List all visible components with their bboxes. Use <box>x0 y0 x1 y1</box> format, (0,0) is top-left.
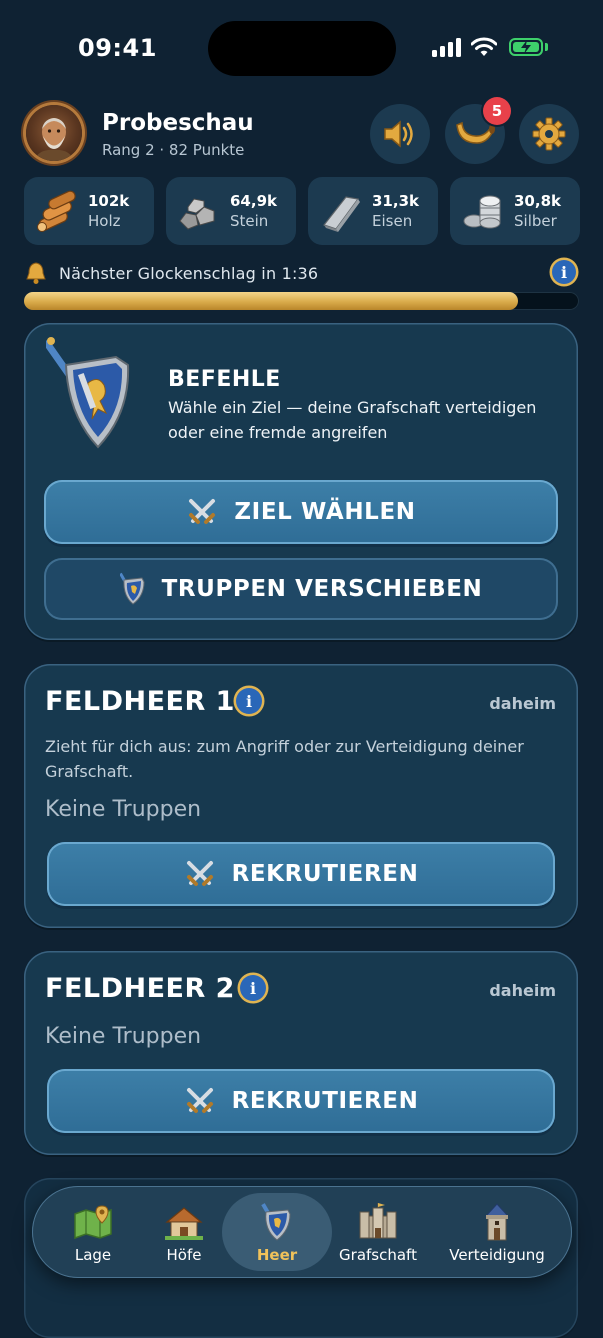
map-icon <box>74 1205 112 1240</box>
recruit-label: REKRUTIEREN <box>231 861 419 887</box>
tab-verteidigung[interactable]: Verteidigung <box>438 1186 556 1278</box>
dynamic-island <box>208 21 396 76</box>
sound-button[interactable] <box>370 104 430 164</box>
resource-value: 102k <box>88 192 130 210</box>
tab-lage[interactable]: Lage <box>52 1186 134 1278</box>
choose-target-label: ZIEL WÄHLEN <box>234 499 416 525</box>
orders-title: BEFEHLE <box>168 367 281 392</box>
bell-progress-bar <box>24 292 579 310</box>
shield-icon <box>119 572 145 605</box>
resource-name: Silber <box>514 212 557 230</box>
farm-icon <box>165 1207 203 1240</box>
resource-stone[interactable]: 64,9k Stein <box>166 177 296 245</box>
castle-icon <box>359 1203 397 1239</box>
player-avatar[interactable] <box>26 105 82 161</box>
player-rank-points: Rang 2 · 82 Punkte <box>102 141 245 159</box>
move-troops-button[interactable]: TRUPPEN VERSCHIEBEN <box>44 558 558 620</box>
army-title: FELDHEER 1 <box>45 686 235 717</box>
recruit-button[interactable]: REKRUTIEREN <box>47 842 555 906</box>
crossed-swords-icon <box>186 861 213 886</box>
resource-name: Eisen <box>372 212 413 230</box>
army-info-icon[interactable]: i <box>236 688 262 714</box>
sword-shield-icon <box>46 337 130 449</box>
tab-hoefe[interactable]: Höfe <box>144 1186 224 1278</box>
army-description: Zieht für dich aus: zum Angriff oder zur… <box>45 737 524 781</box>
recruit-label: REKRUTIEREN <box>231 1088 419 1114</box>
stone-icon <box>179 198 215 230</box>
orders-subtitle: Wähle ein Ziel — deine Grafschaft vertei… <box>168 398 537 442</box>
resource-iron[interactable]: 31,3k Eisen <box>308 177 438 245</box>
bottom-tab-bar: Lage Höfe Heer Grafschaft Verteidigung <box>32 1186 572 1278</box>
resource-name: Holz <box>88 212 121 230</box>
resource-name: Stein <box>230 212 269 230</box>
recruit-button[interactable]: REKRUTIEREN <box>47 1069 555 1133</box>
status-time: 09:41 <box>78 34 157 62</box>
tab-label: Verteidigung <box>449 1246 545 1264</box>
resource-silver[interactable]: 30,8k Silber <box>450 177 580 245</box>
wood-icon <box>37 190 76 232</box>
crossed-swords-icon <box>186 1088 213 1113</box>
resource-value: 30,8k <box>514 192 561 210</box>
move-troops-label: TRUPPEN VERSCHIEBEN <box>161 576 483 602</box>
timer-info-icon[interactable]: i <box>552 260 576 284</box>
army-info-icon[interactable]: i <box>240 975 266 1001</box>
gear-icon <box>532 117 566 151</box>
tab-heer[interactable]: Heer <box>232 1186 322 1278</box>
sound-icon <box>384 120 413 148</box>
resource-value: 64,9k <box>230 192 277 210</box>
iron-icon <box>323 196 360 232</box>
player-name: Probeschau <box>102 110 254 136</box>
resource-value: 31,3k <box>372 192 419 210</box>
tab-label: Heer <box>256 1246 298 1264</box>
battery-icon <box>509 38 543 56</box>
army-empty-text: Keine Truppen <box>45 1024 202 1049</box>
silver-icon <box>463 195 501 229</box>
notification-badge: 5 <box>483 97 511 125</box>
orders-card: BEFEHLE Wähle ein Ziel — deine Grafschaf… <box>24 323 578 640</box>
army-status: daheim <box>489 694 556 713</box>
choose-target-button[interactable]: ZIEL WÄHLEN <box>44 480 558 544</box>
tab-label: Lage <box>74 1246 112 1264</box>
army-card-1: FELDHEER 1 i daheim Zieht für dich aus: … <box>24 664 578 928</box>
wifi-icon <box>471 37 497 56</box>
resource-wood[interactable]: 102k Holz <box>24 177 154 245</box>
cellular-signal-icon <box>432 38 462 57</box>
crossed-swords-icon <box>189 499 216 524</box>
army-title: FELDHEER 2 <box>45 973 235 1004</box>
tab-label: Grafschaft <box>339 1246 417 1264</box>
bell-progress-fill <box>24 292 518 310</box>
tab-grafschaft[interactable]: Grafschaft <box>330 1186 426 1278</box>
shield-icon <box>261 1203 291 1241</box>
army-empty-text: Keine Truppen <box>45 797 202 822</box>
bell-timer-text: Nächster Glockenschlag in 1:36 <box>59 264 319 283</box>
tab-label: Höfe <box>166 1246 202 1264</box>
tower-icon <box>484 1203 510 1241</box>
bell-icon <box>26 262 46 284</box>
army-status: daheim <box>489 981 556 1000</box>
army-card-2: FELDHEER 2 i daheim Keine Truppen REKRUT… <box>24 951 578 1155</box>
settings-button[interactable] <box>519 104 579 164</box>
